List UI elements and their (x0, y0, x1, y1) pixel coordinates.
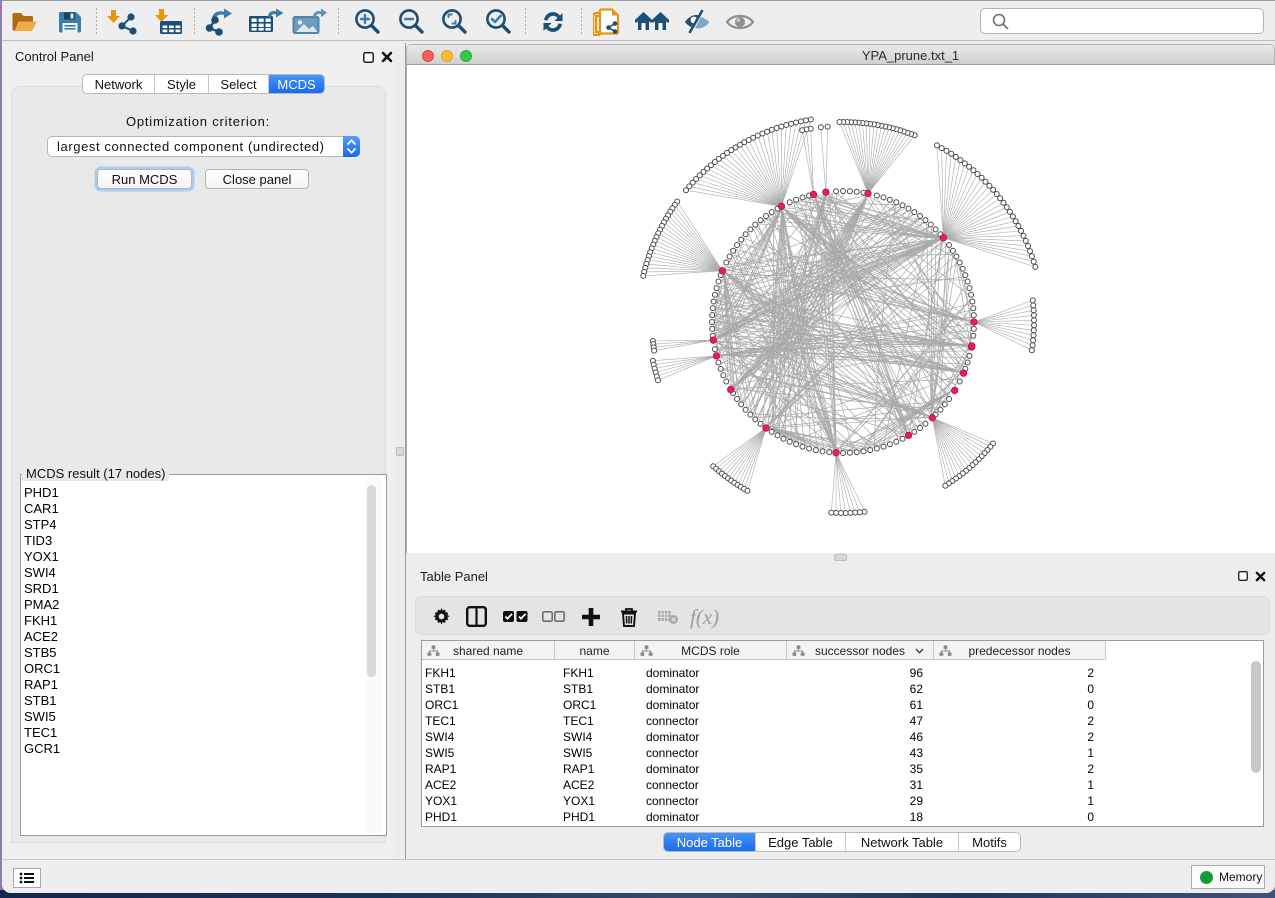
svg-text:f(x): f(x) (690, 605, 719, 629)
